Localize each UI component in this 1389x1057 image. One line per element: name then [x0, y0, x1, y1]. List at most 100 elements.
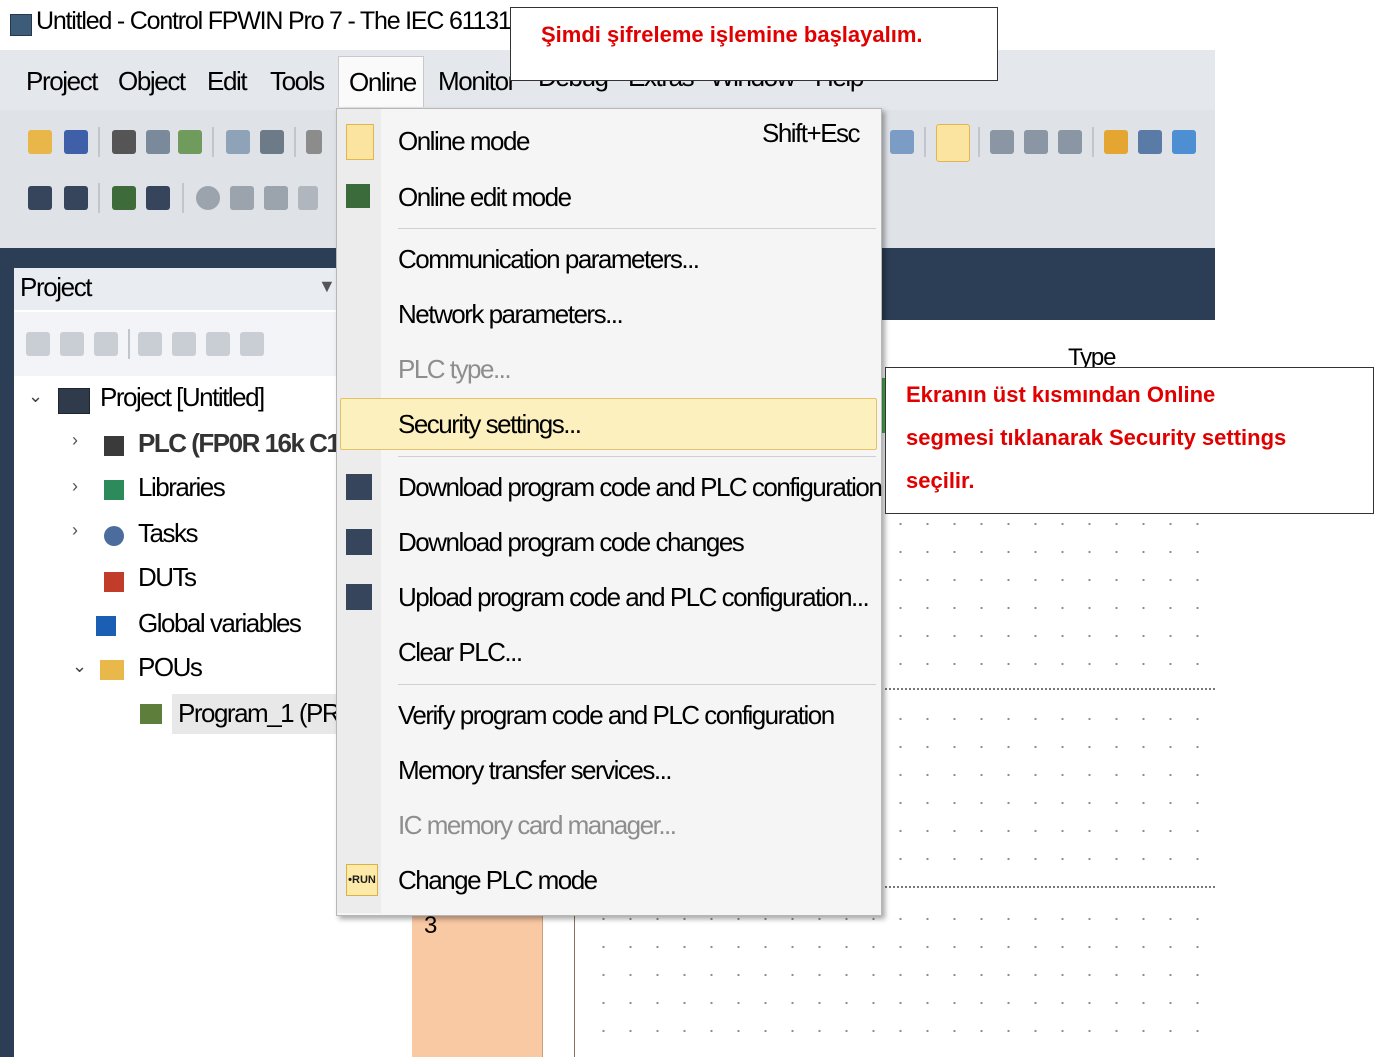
callout-top-text: Şimdi şifreleme işlemine başlayalım. [541, 22, 923, 47]
continue-icon[interactable] [264, 186, 288, 210]
pous-folder-icon [100, 660, 124, 680]
toolbar-separator [1092, 127, 1094, 157]
panel-dropdown-icon[interactable]: ▼ [318, 276, 336, 297]
menu-item-ic-memory-card: IC memory card manager... [398, 810, 677, 840]
chevron-right-icon[interactable]: › [72, 520, 78, 541]
library-icon[interactable] [172, 332, 196, 356]
menu-item-plc-type: PLC type... [398, 354, 512, 384]
tree-item-project[interactable]: Project [Untitled] [100, 382, 265, 413]
menu-item-verify-program[interactable]: Verify program code and PLC configuratio… [398, 692, 835, 738]
chevron-down-icon[interactable]: ⌄ [28, 386, 43, 407]
menu-object[interactable]: Object [108, 56, 195, 106]
print-preview-icon[interactable] [226, 130, 250, 154]
menu-item-network-parameters[interactable]: Network parameters... [398, 291, 624, 337]
toolbar-separator [182, 183, 184, 213]
window-title: Untitled - Control FPWIN Pro 7 - The IEC… [36, 7, 570, 35]
menu-item-online-edit-mode[interactable]: Online edit mode [398, 174, 572, 220]
plc-icon [104, 436, 124, 456]
tools-icon[interactable] [1172, 130, 1196, 154]
menu-item-download-changes[interactable]: Download program code changes [398, 519, 745, 565]
chevron-right-icon[interactable]: › [72, 476, 78, 497]
print-icon[interactable] [260, 130, 284, 154]
rung-left-rail [574, 895, 575, 1057]
tree-item-global-variables[interactable]: Global variables [138, 608, 302, 639]
shortcut-online-mode: Shift+Esc [762, 118, 861, 148]
toolbar-row-1 [6, 116, 336, 168]
callout-right-line-1: Ekranın üst kısmından Online [906, 382, 1216, 407]
menu-item-change-plc-mode[interactable]: Change PLC mode [398, 857, 598, 903]
chevron-right-icon[interactable]: › [72, 430, 78, 451]
tasks-gear-icon [104, 526, 124, 546]
toolbar-row-1-right [880, 116, 1215, 168]
plug-icon [346, 124, 374, 160]
global-variables-icon [96, 616, 116, 636]
diamond-icon[interactable] [240, 332, 264, 356]
menu-project[interactable]: Project [16, 56, 107, 106]
menu-online[interactable]: Online [338, 56, 424, 107]
toolbar-separator [978, 127, 980, 157]
menu-item-upload-program-and-config[interactable]: Upload program code and PLC configuratio… [398, 574, 870, 620]
project-panel-title: Project [20, 272, 93, 302]
ladder-icon[interactable] [990, 130, 1014, 154]
program-icon [140, 704, 162, 724]
program-icon[interactable] [1138, 130, 1162, 154]
ladder-grid[interactable] [590, 905, 1200, 1057]
upload-icon [346, 584, 372, 610]
outside-area [1215, 48, 1389, 1057]
run-mode-icon: •RUN [346, 864, 378, 896]
toolbar-separator [98, 183, 100, 213]
menu-item-security-settings[interactable]: Security settings... [398, 401, 582, 447]
ladder-branch-icon[interactable] [1024, 130, 1048, 154]
build-icon[interactable] [146, 130, 170, 154]
record-icon[interactable] [196, 186, 220, 210]
menu-item-download-program-and-config[interactable]: Download program code and PLC configurat… [398, 464, 883, 510]
menu-icon-gutter [337, 109, 381, 913]
network-icon[interactable] [890, 130, 914, 154]
rung-number: 3 [424, 912, 438, 939]
menu-separator [398, 456, 876, 457]
save-icon[interactable] [64, 130, 88, 154]
menu-tools[interactable]: Tools [260, 56, 334, 106]
menu-item-communication-parameters[interactable]: Communication parameters... [398, 236, 700, 282]
tree-item-libraries[interactable]: Libraries [138, 472, 226, 503]
tree-item-pous[interactable]: POUs [138, 652, 203, 683]
menu-item-online-mode[interactable]: Online mode [398, 118, 530, 164]
menu-item-clear-plc[interactable]: Clear PLC... [398, 629, 523, 675]
upload-icon[interactable] [64, 186, 88, 210]
libraries-icon [104, 480, 124, 500]
online-edit-icon[interactable] [112, 186, 136, 210]
callout-right-line-2: segmesi tıklanarak Security settings [906, 425, 1287, 450]
toolbar-separator [128, 329, 130, 359]
online-edit-icon [346, 184, 370, 208]
menu-edit[interactable]: Edit [197, 56, 256, 106]
add-dut-icon[interactable] [60, 332, 84, 356]
rung-divider [880, 688, 1215, 690]
add-object-icon[interactable] [26, 332, 50, 356]
download-changes-icon [346, 529, 372, 555]
menu-separator [398, 684, 876, 685]
download-icon[interactable] [28, 186, 52, 210]
edit-icon[interactable] [1104, 130, 1128, 154]
tree-item-duts[interactable]: DUTs [138, 562, 197, 593]
project-panel-toolbar [14, 312, 344, 376]
callout-right-line-3: seçilir. [906, 468, 975, 493]
menu-item-memory-transfer[interactable]: Memory transfer services... [398, 747, 673, 793]
menu-separator [398, 228, 876, 229]
rebuild-icon[interactable] [178, 130, 202, 154]
check-icon[interactable] [138, 332, 162, 356]
tree-item-tasks[interactable]: Tasks [138, 518, 198, 549]
library-add-icon[interactable] [206, 332, 230, 356]
add-pou-icon[interactable] [94, 332, 118, 356]
online-menu [336, 108, 882, 916]
open-folder-icon[interactable] [28, 130, 52, 154]
plug-icon[interactable] [936, 124, 970, 162]
coil-icon[interactable] [1058, 130, 1082, 154]
download-changes-icon[interactable] [146, 186, 170, 210]
help-icon[interactable] [298, 186, 318, 210]
find-icon[interactable] [306, 130, 322, 154]
compile-icon[interactable] [112, 130, 136, 154]
chevron-down-icon[interactable]: ⌄ [72, 656, 87, 677]
rung-divider [880, 886, 1215, 888]
download-icon [346, 474, 372, 500]
step-icon[interactable] [230, 186, 254, 210]
